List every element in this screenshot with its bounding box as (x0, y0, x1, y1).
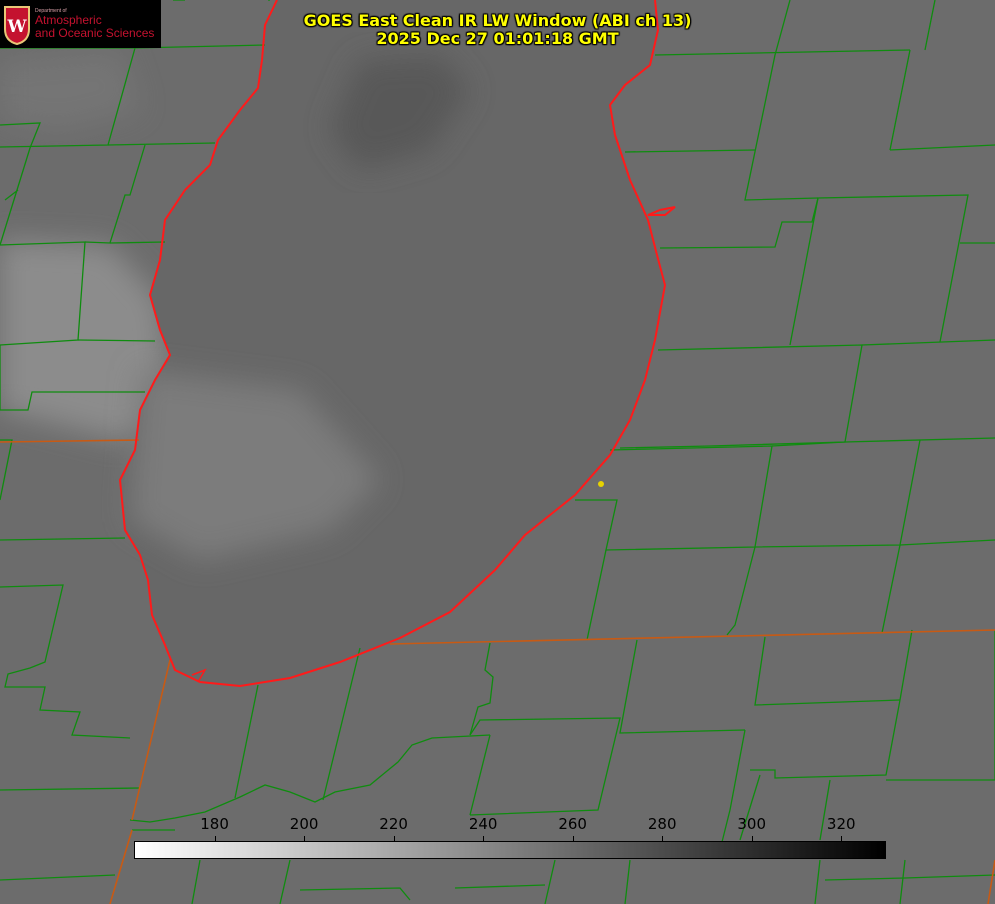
colorbar-tick-label: 300 (737, 815, 767, 833)
colorbar-tick-label: 320 (826, 815, 856, 833)
location-marker (598, 481, 604, 487)
colorbar-tick-mark (841, 836, 843, 841)
colorbar-tick-label: 180 (200, 815, 229, 833)
image-title: GOES East Clean IR LW Window (ABI ch 13)… (0, 12, 995, 48)
colorbar-tick-mark (393, 836, 395, 841)
colorbar-tick-label: 220 (379, 815, 408, 833)
colorbar-tick-mark (751, 836, 753, 841)
colorbar-tick-mark (214, 836, 216, 841)
colorbar-tick-label: 240 (468, 815, 498, 833)
title-product: GOES East Clean IR LW Window (ABI ch 13) (303, 11, 692, 30)
colorbar-tick-label: 200 (289, 815, 319, 833)
colorbar-tick-mark (572, 836, 574, 841)
colorbar-tick-label: 260 (558, 815, 587, 833)
map-layer (0, 0, 995, 904)
colorbar-tick-mark (662, 836, 664, 841)
colorbar-tick-mark (304, 836, 306, 841)
colorbar (134, 841, 886, 859)
satellite-map: W Department of Atmospheric and Oceanic … (0, 0, 995, 904)
colorbar-tick-mark (483, 836, 485, 841)
title-timestamp: 2025 Dec 27 01:01:18 GMT (376, 29, 619, 48)
colorbar-tick-label: 280 (647, 815, 677, 833)
